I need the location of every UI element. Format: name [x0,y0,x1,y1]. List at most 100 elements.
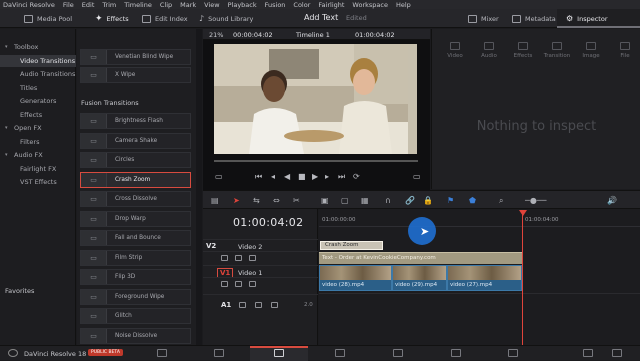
viewer-zoom[interactable]: 21% [209,31,223,39]
zoom-slider[interactable]: ─●── [525,196,546,205]
inspector-tab[interactable]: File [610,42,640,59]
inspector-tab[interactable]: Image [576,42,606,59]
menu-mark[interactable]: Mark [180,1,196,9]
text-clip[interactable]: Text - Order at KevinCookieCompany.com [319,252,522,264]
effect-item[interactable]: ▭ Glitch [80,308,191,324]
settings-icon[interactable] [612,349,622,357]
fairlight-page-icon[interactable] [451,349,461,357]
tree-item[interactable]: Generators [0,95,76,107]
tree-item[interactable]: Toolbox [0,41,76,53]
chevron-down-icon[interactable]: ▾ [5,152,8,158]
lock-icon[interactable] [239,302,246,308]
menu-fusion[interactable]: Fusion [265,1,286,9]
viewer-scrub-bar[interactable] [214,160,418,162]
fusion-page-icon[interactable] [335,349,345,357]
loop-icon[interactable]: ⟳ [353,172,360,181]
effect-item[interactable]: ▭ Film Strip [80,249,191,266]
step-back-icon[interactable]: ◂ [271,172,275,181]
stop-icon[interactable]: ■ [298,172,306,181]
marker-icon[interactable]: ⬟ [469,196,476,205]
transition-clip[interactable]: Crash Zoom [320,241,383,250]
go-to-start-icon[interactable]: ⏮ [255,172,262,182]
timeline-ruler[interactable]: 01:00:00:00 01:00:04:00 [319,209,640,227]
menu-view[interactable]: View [204,1,219,9]
effect-item[interactable]: ▭ Brightness Flash [80,113,191,129]
effect-item[interactable]: ▭ Drop Warp [80,210,191,227]
auto-select-icon[interactable] [235,281,242,287]
edit-index-button[interactable]: Edit Index [142,12,188,25]
effect-item[interactable]: ▭ Camera Shake [80,132,191,149]
chevron-down-icon[interactable]: ▾ [5,44,8,50]
inspector-tab[interactable]: Effects [508,42,538,59]
menu-playback[interactable]: Playback [228,1,257,9]
effects-scrollbar[interactable] [196,29,202,345]
lock-icon[interactable] [221,255,228,261]
effect-item[interactable]: ▭ Fall and Bounce [80,230,191,246]
effect-item[interactable]: ▭ Crash Zoom [80,171,191,188]
chevron-down-icon[interactable]: ▾ [5,125,8,131]
step-forward-icon[interactable]: ▸ [325,172,329,181]
menu-app[interactable]: DaVinci Resolve [3,1,55,9]
track-header-v1[interactable]: V1 Video 1 [203,265,318,278]
audio-track-a1[interactable] [319,293,640,315]
video-clip[interactable]: video (29).mp4 [392,265,447,291]
favorites-header[interactable]: Favorites [5,287,34,295]
insert-clip-icon[interactable]: ▣ [321,196,329,205]
replace-clip-icon[interactable]: ▦ [361,196,369,205]
media-pool-button[interactable]: Media Pool [24,12,72,25]
effects-button[interactable]: ✦ Effects [95,12,129,25]
inspector-button[interactable]: ⚙ Inspector [566,12,608,25]
track-header-v2[interactable]: V2 Video 2 [203,239,318,251]
menu-timeline[interactable]: Timeline [124,1,152,9]
metadata-button[interactable]: Metadata [512,12,556,25]
tree-item[interactable]: Open FX [0,122,76,134]
play-reverse-icon[interactable]: ◀ [284,172,290,181]
tree-item[interactable]: Fairlight FX [0,163,76,175]
menu-fairlight[interactable]: Fairlight [318,1,344,9]
menu-file[interactable]: File [63,1,74,9]
playhead-handle[interactable] [519,210,527,216]
effect-item[interactable]: ▭ X Wipe [80,67,191,83]
snapping-icon[interactable]: ∩ [385,196,391,205]
inspector-tab[interactable]: Transition [542,42,572,59]
tree-item[interactable]: VST Effects [0,176,76,188]
trim-tool-icon[interactable]: ⇆ [253,196,260,205]
selection-tool-icon[interactable]: ➤ [233,196,240,205]
dynamic-trim-icon[interactable]: ⇔ [273,196,280,205]
inspector-tab[interactable]: Video [440,42,470,59]
menu-color[interactable]: Color [293,1,310,9]
media-page-icon[interactable] [157,349,167,357]
go-to-end-icon[interactable]: ⏭ [338,172,345,182]
blade-tool-icon[interactable]: ✂ [293,196,300,205]
menu-help[interactable]: Help [396,1,411,9]
menu-clip[interactable]: Clip [160,1,172,9]
auto-select-icon[interactable] [235,255,242,261]
viewer-options-icon[interactable]: ▭ [413,172,421,181]
tree-item[interactable]: Titles [0,82,76,94]
tree-item[interactable]: Video Transitions [0,54,76,67]
project-manager-icon[interactable] [583,349,593,357]
position-lock-icon[interactable]: 🔒 [423,196,433,205]
play-icon[interactable]: ▶ [312,172,318,181]
zoom-icon[interactable]: ⌕ [499,196,503,206]
video-clip[interactable]: video (27).mp4 [447,265,522,291]
menu-workspace[interactable]: Workspace [352,1,388,9]
mute-button[interactable] [271,302,278,308]
linked-selection-icon[interactable]: 🔗 [405,196,415,205]
overwrite-clip-icon[interactable]: ▢ [341,196,349,205]
video-clip[interactable]: video (28).mp4 [319,265,392,291]
effect-item[interactable]: ▭ Flip 3D [80,269,191,285]
mixer-button[interactable]: Mixer [468,12,499,25]
effect-item[interactable]: ▭ Circles [80,152,191,168]
tree-item[interactable]: Audio FX [0,149,76,161]
deliver-page-icon[interactable] [508,349,518,357]
effect-item[interactable]: ▭ Noise Dissolve [80,327,191,344]
effect-item[interactable]: ▭ Foreground Wipe [80,288,191,305]
cut-page-icon[interactable] [214,349,224,357]
track-visibility-icon[interactable] [249,255,256,261]
tree-item[interactable]: Filters [0,136,76,148]
audio-volume-icon[interactable]: 🔊 [607,196,617,205]
lock-icon[interactable] [221,281,228,287]
effect-item[interactable]: ▭ Cross Dissolve [80,191,191,207]
match-frame-icon[interactable]: ▭ [215,172,223,181]
